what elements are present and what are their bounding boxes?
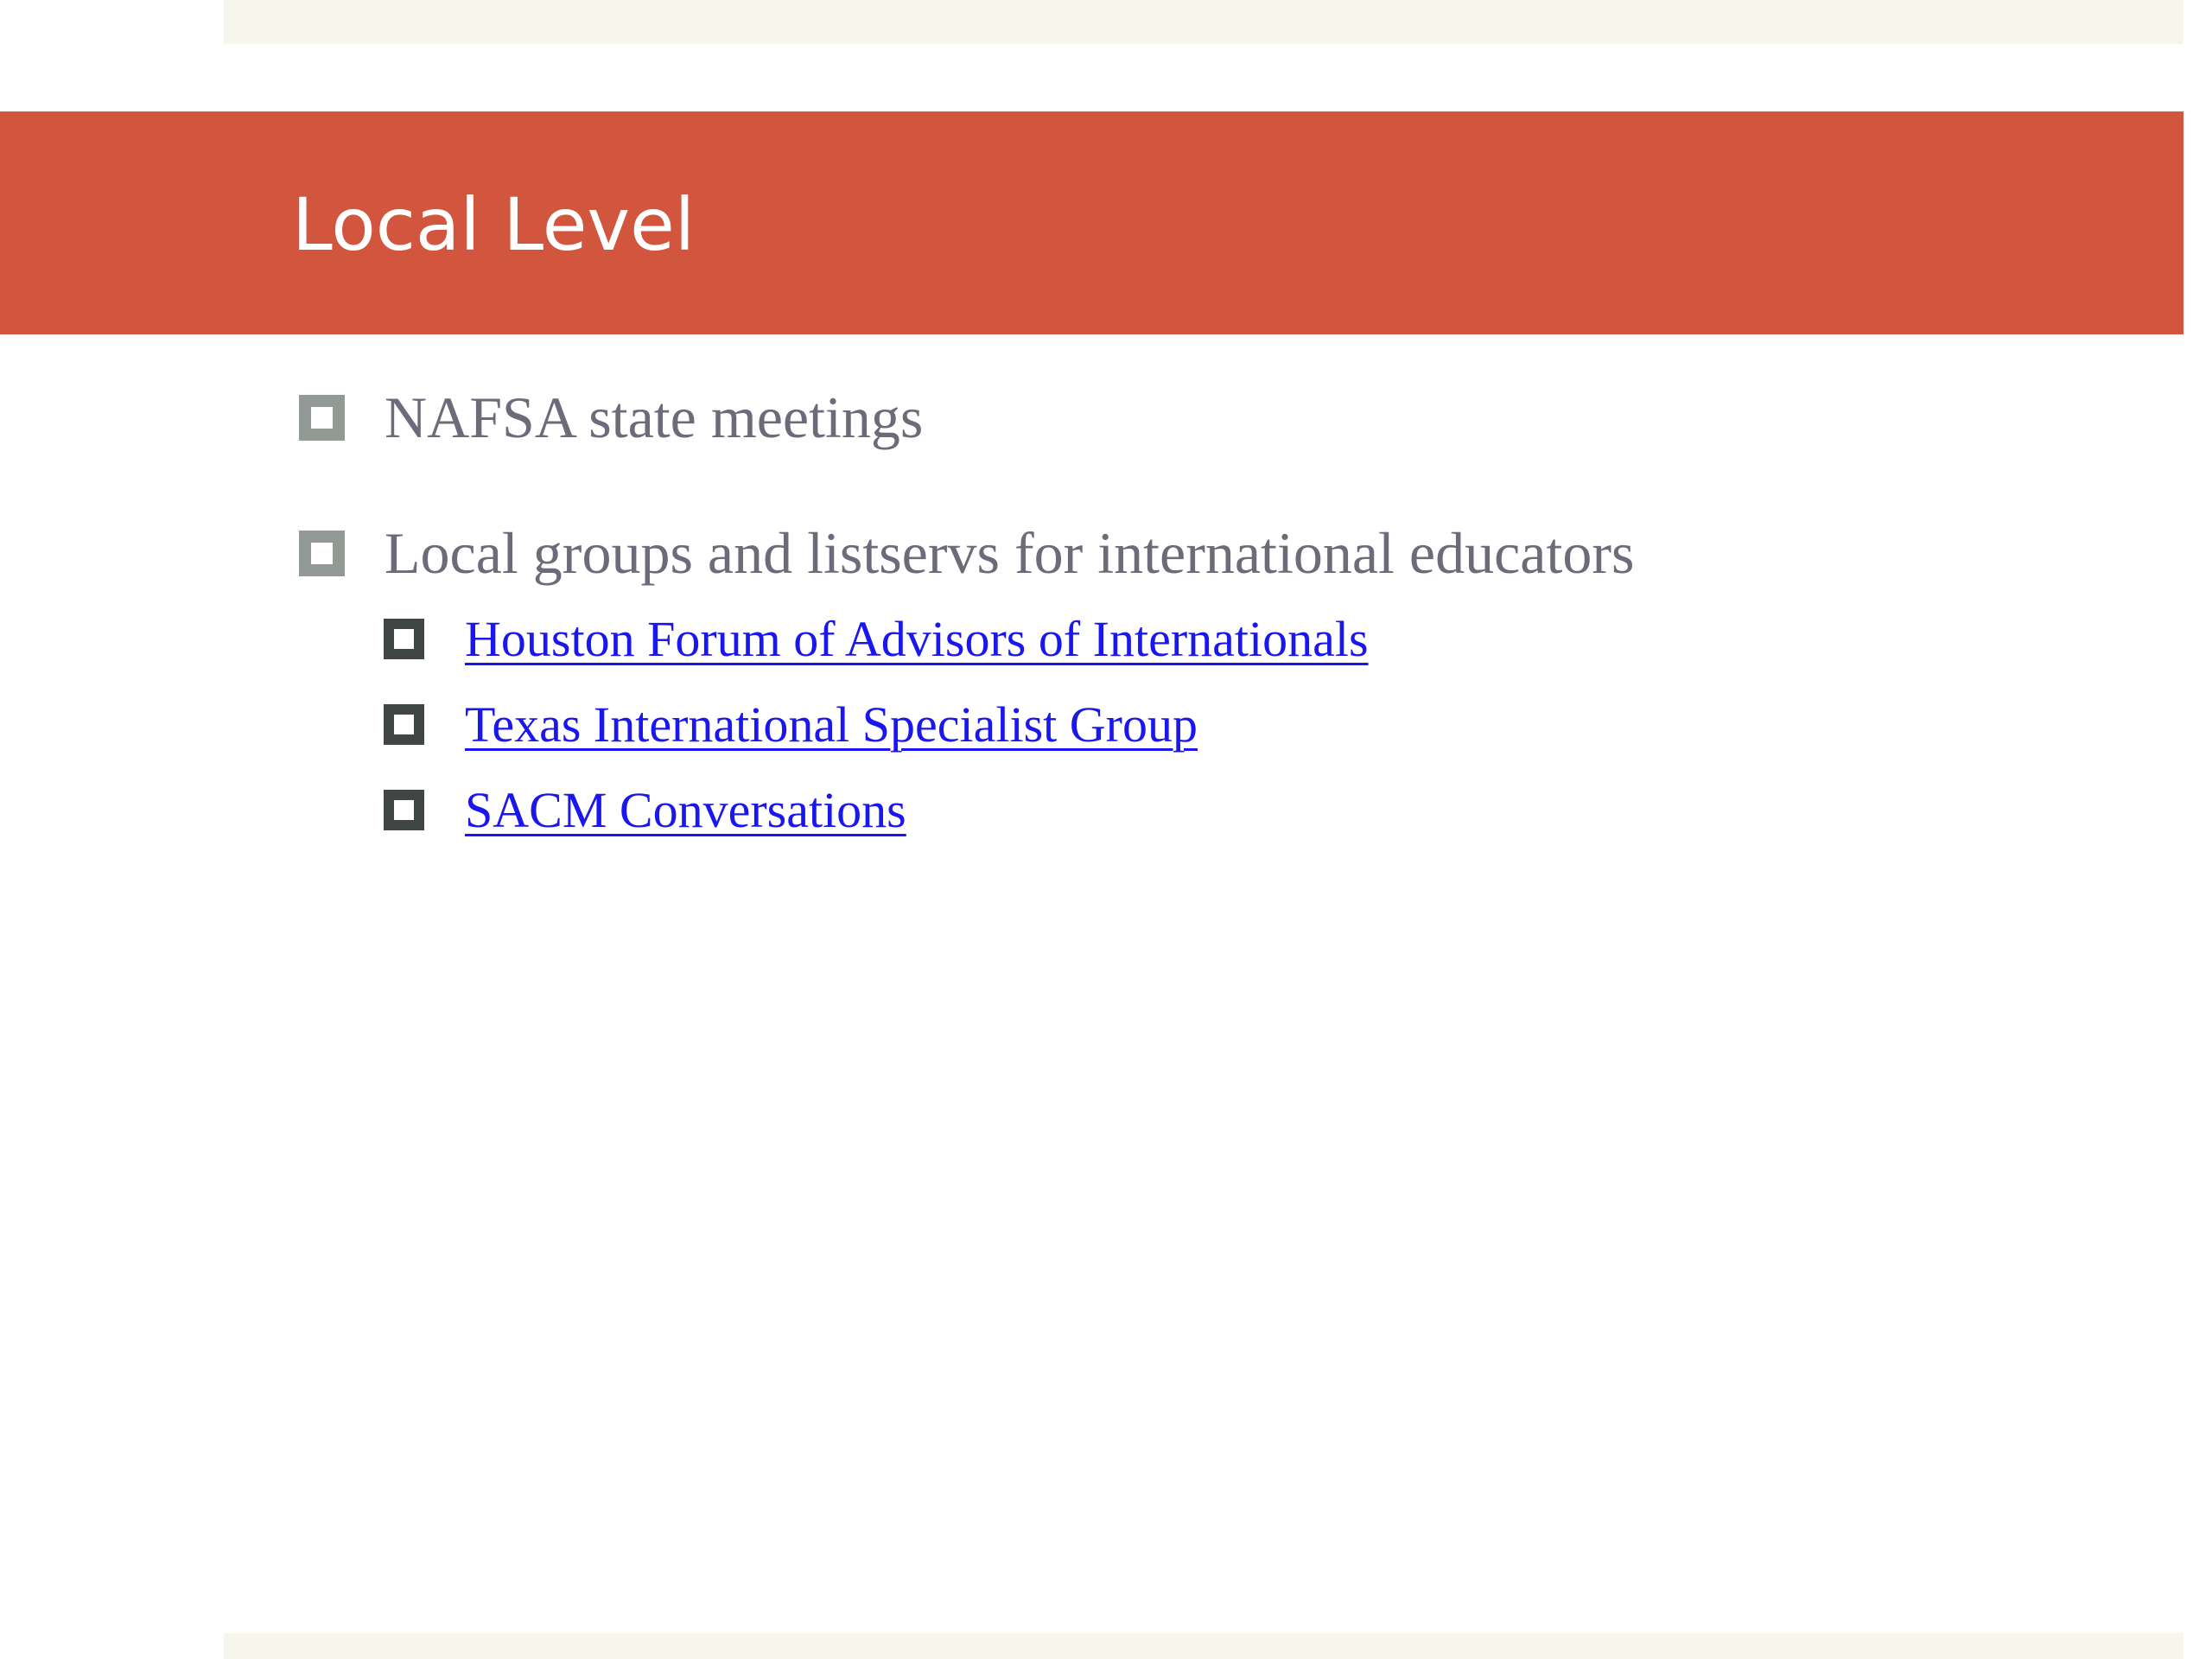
slide-title: Local Level: [292, 182, 696, 267]
sacm-conversations-link[interactable]: SACM Conversations: [465, 781, 906, 839]
texas-international-specialist-group-link[interactable]: Texas International Specialist Group: [465, 696, 1198, 753]
bullet-item-local-groups: Local groups and listservs for internati…: [299, 519, 1634, 588]
bullet-text: NAFSA state meetings: [385, 385, 924, 450]
sub-bullet-item-houston-forum: Houston Forum of Advisors of Internation…: [384, 610, 1369, 668]
slide: Local Level NAFSA state meetings Local g…: [0, 0, 2212, 1659]
hollow-square-bullet-icon: [384, 619, 424, 659]
sub-bullet-item-texas-specialist-group: Texas International Specialist Group: [384, 696, 1198, 753]
hollow-square-bullet-icon: [384, 790, 424, 830]
bottom-decorative-band: [224, 1633, 2183, 1659]
hollow-square-bullet-icon: [384, 704, 424, 745]
hollow-square-bullet-icon: [299, 395, 345, 441]
bullet-text: Local groups and listservs for internati…: [385, 520, 1635, 586]
sub-bullet-item-sacm-conversations: SACM Conversations: [384, 781, 906, 839]
hollow-square-bullet-icon: [299, 531, 345, 576]
top-decorative-band: [224, 0, 2183, 44]
bullet-item-nafsa-state-meetings: NAFSA state meetings: [299, 384, 923, 452]
houston-forum-link[interactable]: Houston Forum of Advisors of Internation…: [465, 610, 1369, 668]
